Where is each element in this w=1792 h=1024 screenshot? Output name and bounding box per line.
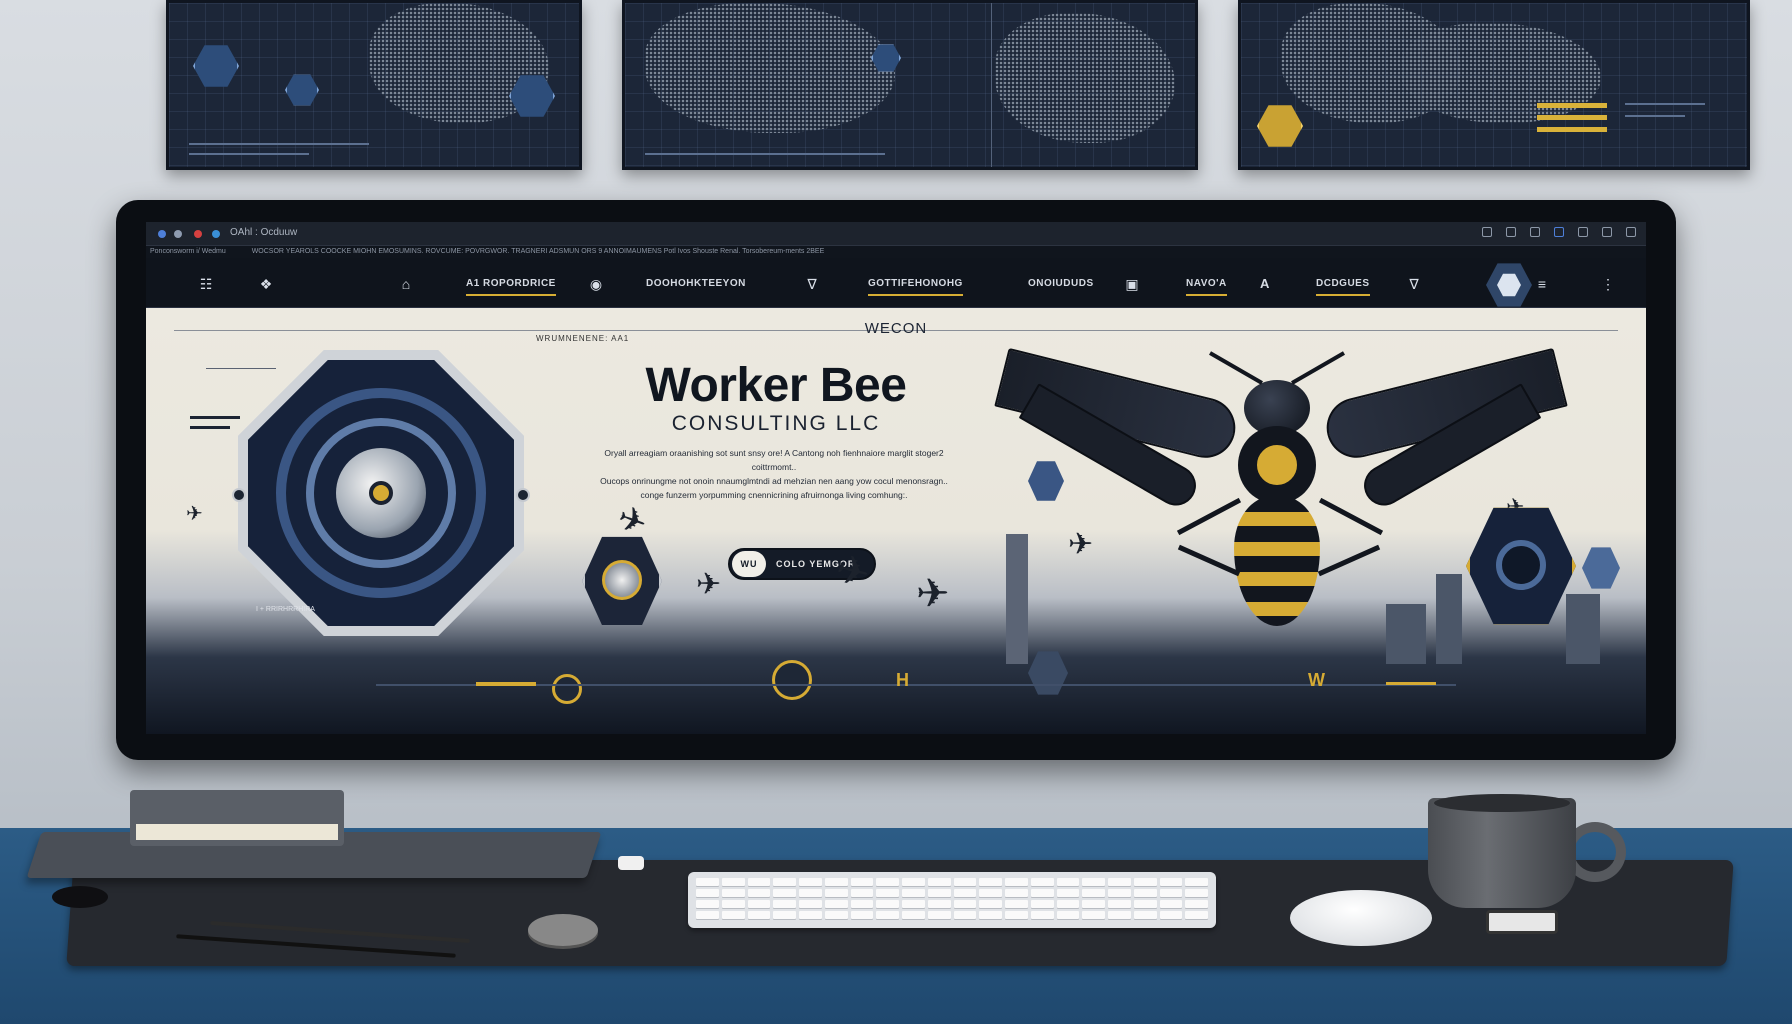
wall-poster-right [1238,0,1750,170]
jet-graphic: ✈ [1068,528,1094,561]
more-icon[interactable]: ⋮ [1600,276,1616,292]
nav-item[interactable]: NAVO'A [1186,258,1227,308]
box-icon[interactable]: ▣ [1124,276,1140,292]
hero-tag: WRUMNENENE: AA1 [536,334,630,343]
bee-emblem-icon [1254,442,1300,488]
hexagon-logo-icon[interactable] [1486,263,1532,307]
nav-item-label: ONOIUDUDS [1028,277,1094,289]
nav-item[interactable]: A1 ROPORDRICE [466,258,556,308]
hud-line [190,416,240,419]
coaster [528,914,598,946]
browser-toolbar [1482,227,1636,237]
browser-tab[interactable]: OAhl : Ocduuw [230,227,297,238]
hero-eyebrow: WECON [864,320,928,337]
menu-icon[interactable]: ≡ [1534,276,1550,292]
network-icon[interactable]: ❖ [258,276,274,292]
browser-dot-icon[interactable] [158,230,166,238]
coffee-mug [1428,794,1576,908]
settings-icon[interactable] [1506,227,1516,237]
close-dot-icon[interactable] [194,230,202,238]
nav-item[interactable]: DOOHOHKTEEYON [646,258,746,308]
ticker-item: Ponconsworm i/ Wedmu [150,248,226,255]
cta-pill: WU [732,551,766,577]
site-nav: ☷ ❖ ⌂ ◉ ∇ ▣ ∇ ≡ ⋮ A1 ROPORDRICE DOOHOHKT… [146,258,1646,308]
jet-graphic: ✈ [186,503,203,525]
description-line: conge funzerm yorpumming cnennicrining a… [640,490,908,500]
hud-node-icon [232,488,246,502]
earbud [618,856,644,870]
jet-graphic: ✈ [916,572,950,616]
hud-line [190,426,230,429]
nav-item-label: DCDGUES [1316,277,1370,289]
power-icon[interactable] [1626,227,1636,237]
description-line: Oryall arreagiam oraanishing sot sunt sn… [604,448,944,472]
nav-item-label: A1 ROPORDRICE [466,277,556,289]
wall-poster-center [622,0,1198,170]
extension-icon[interactable] [1482,227,1492,237]
book [130,790,344,846]
profile-icon[interactable] [1554,227,1564,237]
description-line: Oucops onrinungme not onoin nnaumglmtndi… [600,476,948,486]
skyline-graphic [1566,594,1600,664]
browser-window: OAhl : Ocduuw Ponconsworm i/ Wedmu WOCSO… [146,222,1646,734]
side-label: I + RRIRHRRHIRA [256,606,315,613]
page-title: Worker Bee [645,359,907,412]
nav-item-label: A [1260,275,1270,291]
browser-dot-icon[interactable] [174,230,182,238]
hero-description: Oryall arreagiam oraanishing sot sunt sn… [584,446,964,502]
browser-chrome: OAhl : Ocduuw [146,222,1646,246]
nav-item[interactable]: DCDGUES [1316,258,1370,308]
refresh-dot-icon[interactable] [212,230,220,238]
nav-item-label: GOTTIFEHONOHG [868,277,963,289]
ticker-item: WOCSOR YEAROLS COOCKE MIOHN EMOSUMINS. R… [251,248,825,255]
timeline-marker: H [896,670,909,690]
usb-drive [1486,910,1558,934]
home-icon[interactable]: ⌂ [398,276,414,292]
skyline-graphic [1386,604,1426,664]
shield-icon[interactable]: ∇ [1406,276,1422,292]
menu-icon[interactable] [1602,227,1612,237]
page-subtitle: CONSULTING LLC [671,412,881,435]
nav-item-label: DOOHOHKTEEYON [646,277,746,289]
hero-banner: WECON WRUMNENENE: AA1 Worker Bee CONSULT… [146,308,1646,734]
mouse[interactable] [1290,890,1432,946]
timeline-accent [1386,682,1436,685]
hud-node-icon [516,488,530,502]
nav-item[interactable]: A [1260,258,1270,308]
skyline-graphic [1006,534,1028,664]
shield-icon[interactable]: ◉ [588,276,604,292]
chevron-icon[interactable]: ∇ [804,276,820,292]
nav-item[interactable]: GOTTIFEHONOHG [868,258,963,308]
nav-item-label: NAVO'A [1186,277,1227,289]
badge-coin-icon [552,674,582,704]
timeline-accent [476,682,536,686]
earbud [52,886,108,908]
keyboard[interactable] [688,872,1216,928]
wall-poster-left [166,0,582,170]
nav-item[interactable]: ONOIUDUDS [1028,258,1094,308]
badge-core-icon [602,560,642,600]
grid-icon[interactable]: ☷ [198,276,214,292]
jet-graphic: ✈ [696,568,722,601]
footer-timeline [376,684,1456,686]
info-ticker: Ponconsworm i/ Wedmu WOCSOR YEAROLS COOC… [146,246,1646,258]
right-hex-core-icon [1496,540,1546,590]
download-icon[interactable] [1578,227,1588,237]
skyline-graphic [1436,574,1462,664]
timeline-marker: W [1308,670,1325,690]
badge-coin-icon [772,660,812,700]
hud-line [206,368,276,369]
bookmark-icon[interactable] [1530,227,1540,237]
